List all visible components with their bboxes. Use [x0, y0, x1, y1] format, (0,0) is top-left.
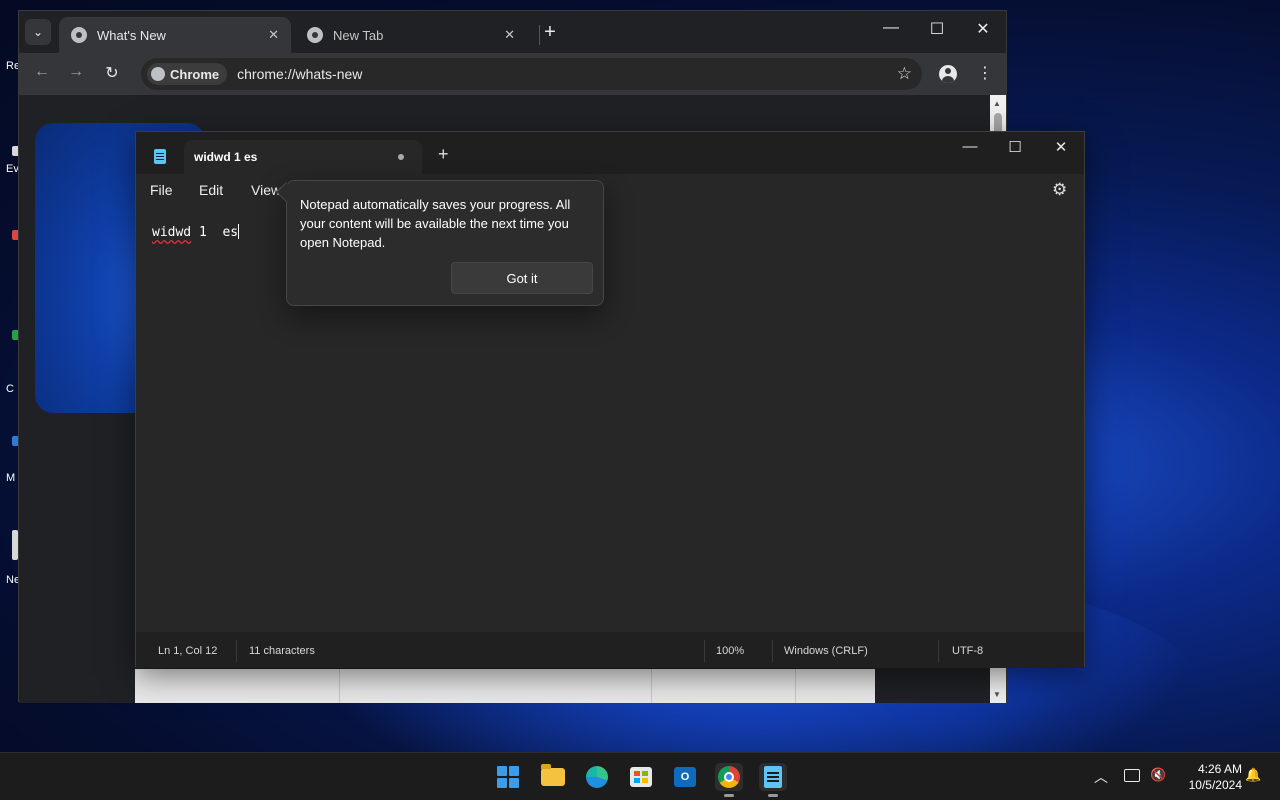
- chrome-menu-icon[interactable]: ⋮: [977, 63, 993, 83]
- volume-muted-icon[interactable]: 🔇: [1150, 767, 1166, 783]
- back-arrow-icon[interactable]: ←: [31, 63, 53, 81]
- store-button[interactable]: [627, 763, 655, 791]
- notepad-app-icon: [154, 149, 166, 164]
- tab-whats-new[interactable]: What's New ✕: [59, 17, 291, 53]
- status-line-ending[interactable]: Windows (CRLF): [784, 645, 868, 657]
- display-icon[interactable]: [1124, 769, 1140, 782]
- chrome-logo-icon: [151, 67, 165, 81]
- chrome-taskbar-button[interactable]: [715, 763, 743, 797]
- settings-gear-icon[interactable]: ⚙: [1052, 180, 1067, 200]
- chrome-favicon-icon: [307, 27, 323, 43]
- status-zoom[interactable]: 100%: [716, 645, 744, 657]
- start-button[interactable]: [494, 763, 522, 791]
- notifications-bell-icon[interactable]: 🔔: [1245, 767, 1261, 783]
- scroll-up-icon[interactable]: ▲: [993, 99, 1001, 108]
- file-explorer-button[interactable]: [539, 763, 567, 791]
- notepad-window: widwd 1 es + — ☐ ✕ File Edit View ⚙ widw…: [135, 131, 1085, 668]
- tab-close-icon[interactable]: ✕: [268, 27, 279, 43]
- divider: [795, 669, 796, 703]
- notepad-text-area[interactable]: widwd 1 es: [136, 206, 1084, 632]
- notepad-minimize-button[interactable]: —: [955, 138, 985, 155]
- chrome-icon: [718, 766, 740, 788]
- notepad-tab[interactable]: widwd 1 es: [184, 140, 422, 174]
- status-line-col: Ln 1, Col 12: [158, 645, 218, 657]
- tab-search-button[interactable]: ⌄: [25, 19, 51, 45]
- outlook-icon: O: [674, 767, 696, 787]
- reload-icon[interactable]: ↻: [101, 63, 123, 83]
- notepad-icon: [764, 766, 782, 788]
- address-chip[interactable]: Chrome: [147, 63, 228, 85]
- address-chip-label: Chrome: [170, 66, 220, 82]
- chrome-close-button[interactable]: ✕: [968, 19, 998, 39]
- unsaved-dot-icon[interactable]: [398, 154, 404, 160]
- notepad-maximize-button[interactable]: ☐: [1000, 138, 1030, 156]
- bookmark-star-icon[interactable]: ☆: [897, 64, 912, 84]
- chrome-favicon-icon: [71, 27, 87, 43]
- folder-icon: [541, 764, 565, 786]
- url-text[interactable]: chrome://whats-new: [237, 66, 362, 82]
- notepad-close-button[interactable]: ✕: [1046, 138, 1076, 156]
- tab-new-tab[interactable]: New Tab ✕: [295, 17, 527, 53]
- status-separator: [236, 640, 237, 662]
- chrome-minimize-button[interactable]: —: [876, 19, 906, 37]
- divider: [339, 669, 340, 703]
- taskbar: O ︿ 🔇 4:26 AM 10/5/2024 🔔: [0, 752, 1280, 800]
- menu-edit[interactable]: Edit: [199, 182, 223, 198]
- status-separator: [938, 640, 939, 662]
- tab-label: New Tab: [333, 27, 384, 43]
- clock-time: 4:26 AM: [1197, 762, 1242, 776]
- clock-date: 10/5/2024: [1188, 778, 1242, 792]
- system-clock[interactable]: 4:26 AM 10/5/2024: [1176, 761, 1242, 793]
- status-char-count: 11 characters: [249, 645, 315, 657]
- document-text[interactable]: widwd 1 es: [152, 224, 240, 240]
- notepad-title-bar[interactable]: widwd 1 es + — ☐ ✕: [136, 132, 1084, 174]
- divider: [651, 669, 652, 703]
- document-text-rest: 1 es: [191, 225, 239, 240]
- edge-icon: [586, 766, 608, 788]
- status-encoding[interactable]: UTF-8: [952, 645, 983, 657]
- forward-arrow-icon[interactable]: →: [65, 63, 87, 81]
- notepad-status-bar: Ln 1, Col 12 11 characters 100% Windows …: [136, 632, 1084, 668]
- got-it-button[interactable]: Got it: [451, 262, 593, 294]
- tab-close-icon[interactable]: ✕: [504, 27, 515, 43]
- windows-logo-icon: [497, 766, 519, 788]
- notepad-tab-title: widwd 1 es: [194, 150, 258, 164]
- tray-chevron-icon[interactable]: ︿: [1094, 767, 1108, 787]
- chrome-tab-strip: ⌄ What's New ✕ New Tab ✕ + — ☐ ✕: [19, 11, 1006, 53]
- store-icon: [630, 767, 652, 787]
- status-separator: [704, 640, 705, 662]
- new-tab-button[interactable]: +: [539, 21, 561, 44]
- chrome-toolbar: ← → ↻ Chrome chrome://whats-new ☆ ⋮: [19, 53, 1006, 95]
- notepad-new-tab-button[interactable]: +: [438, 144, 449, 165]
- misspelled-word[interactable]: widwd: [152, 225, 191, 240]
- tab-label: What's New: [97, 27, 166, 43]
- autosave-teaching-tip: Notepad automatically saves your progres…: [276, 180, 604, 306]
- notepad-taskbar-button[interactable]: [759, 763, 787, 797]
- profile-avatar-icon[interactable]: [939, 65, 957, 83]
- edge-button[interactable]: [583, 763, 611, 791]
- page-bottom-strip: [135, 669, 875, 703]
- text-caret: [238, 224, 240, 239]
- menu-file[interactable]: File: [150, 182, 173, 198]
- scroll-down-icon[interactable]: ▼: [993, 690, 1001, 699]
- outlook-button[interactable]: O: [671, 763, 699, 791]
- tip-message: Notepad automatically saves your progres…: [300, 197, 571, 250]
- chrome-maximize-button[interactable]: ☐: [922, 19, 952, 39]
- status-separator: [772, 640, 773, 662]
- address-bar[interactable]: Chrome chrome://whats-new ☆: [141, 58, 922, 90]
